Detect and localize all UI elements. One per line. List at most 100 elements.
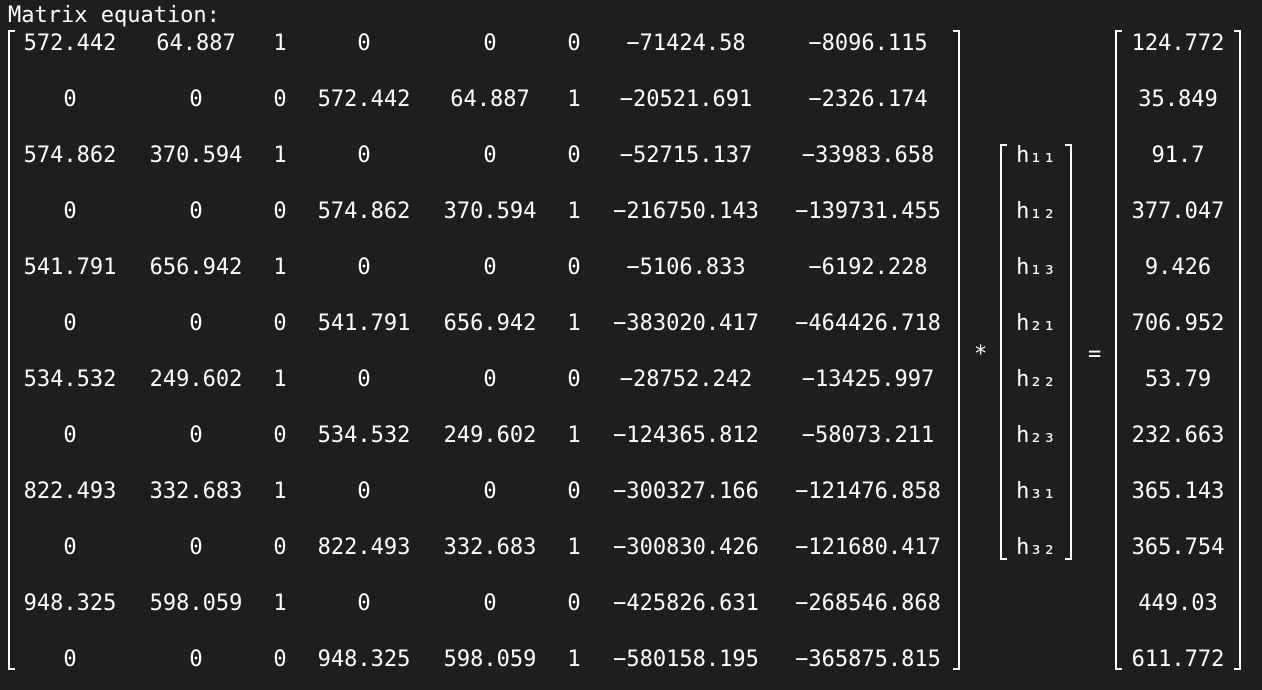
vector-h-entry: h₂₁: [1016, 311, 1056, 336]
vector-b-entry: 377.047: [1131, 199, 1225, 224]
matrix-a-cell: 598.059: [149, 591, 243, 616]
matrix-a-cell: 0: [63, 423, 77, 448]
matrix-a-cell: 249.602: [443, 423, 537, 448]
matrix-a-cell: −6192.228: [808, 255, 928, 280]
matrix-a-cell: 574.862: [317, 199, 411, 224]
matrix-a-cell: −216750.143: [613, 199, 759, 224]
matrix-a-cell: 332.683: [149, 479, 243, 504]
vector-b-entry: 53.79: [1144, 367, 1212, 392]
matrix-a-cell: 0: [273, 311, 287, 336]
matrix-a-cell: −121680.417: [795, 535, 941, 560]
matrix-a-cell: 64.887: [450, 87, 530, 112]
matrix-a-cell: 64.887: [156, 31, 236, 56]
vector-b-entry: 9.426: [1144, 255, 1212, 280]
matrix-a-cell: 656.942: [443, 311, 537, 336]
matrix-a-cell: 0: [189, 647, 203, 672]
matrix-a-cell: 541.791: [317, 311, 411, 336]
matrix-a-cell: 1: [273, 143, 287, 168]
vector-b-entry: 35.849: [1138, 87, 1218, 112]
matrix-a-cell: 534.532: [317, 423, 411, 448]
matrix-a-cell: 1: [273, 591, 287, 616]
matrix-a-cell: 0: [63, 199, 77, 224]
matrix-a-cell: 822.493: [317, 535, 411, 560]
matrix-a-cell: 574.862: [23, 143, 117, 168]
matrix-a-cell: 0: [483, 479, 497, 504]
matrix-a-cell: −2326.174: [808, 87, 928, 112]
matrix-a-cell: −300327.166: [613, 479, 759, 504]
matrix-a-cell: 1: [567, 535, 581, 560]
matrix-a-cell: 0: [189, 199, 203, 224]
vector-h-entry: h₂₂: [1016, 367, 1056, 392]
matrix-a-cell: 0: [483, 31, 497, 56]
matrix-a-cell: 0: [273, 87, 287, 112]
matrix-a-cell: −20521.691: [619, 87, 753, 112]
matrix-a-cell: 0: [357, 255, 371, 280]
matrix-a-cell: 0: [273, 199, 287, 224]
matrix-a-cell: 572.442: [317, 87, 411, 112]
vector-h: h₁₁ h₁₂ h₁₃ h₂₁ h₂₂ h₂₃ h₃₁ h₃₂: [1000, 143, 1072, 560]
matrix-a-cell: 0: [483, 367, 497, 392]
matrix-a-cell: 598.059: [443, 647, 537, 672]
matrix-a-cell: 1: [273, 255, 287, 280]
matrix-a-cell: 0: [189, 311, 203, 336]
matrix-a-cell: 1: [567, 423, 581, 448]
matrix-a-cell: 0: [567, 143, 581, 168]
matrix-a-cell: −580158.195: [613, 647, 759, 672]
matrix-a-cell: 1: [273, 367, 287, 392]
matrix-a-cell: 822.493: [23, 479, 117, 504]
matrix-a-cell: −139731.455: [795, 199, 941, 224]
matrix-a-cell: −124365.812: [613, 423, 759, 448]
matrix-a-cell: 0: [357, 31, 371, 56]
matrix-a-cell: −383020.417: [613, 311, 759, 336]
matrix-a-right-bracket: [953, 30, 960, 670]
matrix-a-cell: 541.791: [23, 255, 117, 280]
matrix-a-cell: −52715.137: [619, 143, 753, 168]
matrix-a-cell: −58073.211: [801, 423, 935, 448]
matrix-a-cell: −268546.868: [795, 591, 941, 616]
matrix-a-cell: −13425.997: [801, 367, 935, 392]
matrix-a-cell: 0: [483, 591, 497, 616]
vector-b-entry: 365.754: [1131, 535, 1225, 560]
vector-b-entry: 706.952: [1131, 311, 1225, 336]
vector-b: 124.772 35.849 91.7 377.047 9.426 706.952 53.7…: [1115, 30, 1241, 672]
matrix-a-cell: 0: [63, 311, 77, 336]
matrix-a-cell: −71424.58: [626, 31, 746, 56]
matrix-a-cell: −300830.426: [613, 535, 759, 560]
matrix-a-cell: 0: [483, 255, 497, 280]
matrix-a-cell: 0: [567, 31, 581, 56]
matrix-a-cell: 1: [567, 647, 581, 672]
matrix-a-cell: 534.532: [23, 367, 117, 392]
matrix-a-cell: 948.325: [317, 647, 411, 672]
matrix-a-cell: −121476.858: [795, 479, 941, 504]
matrix-a-cell: 0: [189, 423, 203, 448]
matrix-a-cell: 0: [567, 367, 581, 392]
matrix-a-cell: 0: [483, 143, 497, 168]
matrix-a-cell: 1: [567, 199, 581, 224]
matrix-a-cell: 249.602: [149, 367, 243, 392]
vector-h-entry: h₃₂: [1016, 535, 1056, 560]
matrix-a-cell: 332.683: [443, 535, 537, 560]
matrix-a-cell: 656.942: [149, 255, 243, 280]
multiply-operator: *: [974, 342, 988, 367]
matrix-a-cell: 1: [567, 87, 581, 112]
matrix-a-cell: 370.594: [149, 143, 243, 168]
vector-b-entry: 124.772: [1131, 31, 1225, 56]
matrix-a-left-bracket: [8, 30, 15, 670]
vector-h-entry: h₂₃: [1016, 423, 1056, 448]
matrix-a-cell: −33983.658: [801, 143, 935, 168]
matrix-a-cell: 0: [63, 87, 77, 112]
matrix-a-cell: −464426.718: [795, 311, 941, 336]
matrix-a-cell: 0: [63, 647, 77, 672]
matrix-a-cell: 0: [273, 647, 287, 672]
vector-h-entry: h₃₁: [1016, 479, 1056, 504]
matrix-a-cell: 0: [357, 367, 371, 392]
matrix-a-cell: −365875.815: [795, 647, 941, 672]
matrix-a-cell: 1: [273, 479, 287, 504]
matrix-a-cell: 0: [63, 535, 77, 560]
matrix-a-cell: 0: [357, 591, 371, 616]
matrix-a-cell: 0: [357, 143, 371, 168]
matrix-a-cell: −5106.833: [626, 255, 746, 280]
vector-b-left-bracket: [1115, 30, 1122, 670]
title: Matrix equation:: [8, 3, 220, 28]
matrix-a-cell: 0: [567, 479, 581, 504]
